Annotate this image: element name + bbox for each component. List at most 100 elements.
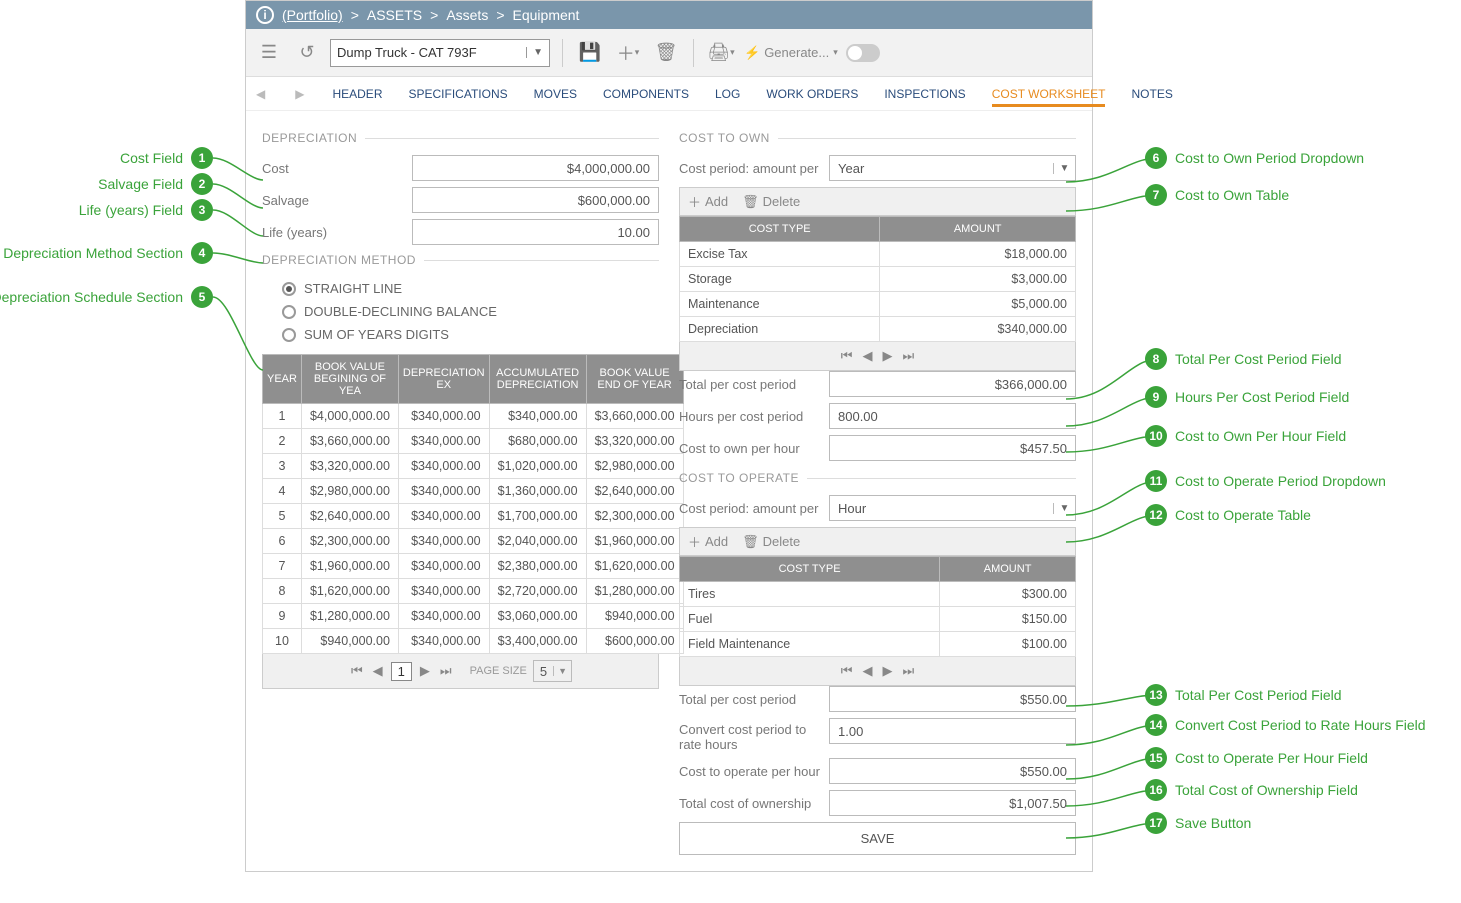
annotation-15: 15Cost to Operate Per Hour Field <box>1145 747 1368 769</box>
table-row[interactable]: 1$4,000,000.00$340,000.00$340,000.00$3,6… <box>263 404 684 429</box>
depr-method-option[interactable]: SUM OF YEARS DIGITS <box>262 323 659 346</box>
table-header[interactable]: BOOK VALUE BEGINING OF YEA <box>301 355 398 404</box>
toolbar: ☰ ↺ Dump Truck - CAT 793F ▼ 💾 ＋▾ 🗑 🖨▾ ⚡ … <box>246 29 1092 77</box>
first-page-icon[interactable]: ⏮ <box>839 663 855 679</box>
cto-add-button[interactable]: ＋Add <box>688 192 728 211</box>
last-page-icon[interactable]: ⏭ <box>438 663 454 679</box>
tab-work-orders[interactable]: WORK ORDERS <box>766 81 858 107</box>
last-page-icon[interactable]: ⏭ <box>901 663 917 679</box>
add-icon[interactable]: ＋▾ <box>613 38 643 68</box>
history-icon[interactable]: ↺ <box>292 38 322 68</box>
bolt-icon: ⚡ <box>744 45 760 61</box>
table-header[interactable]: DEPRECIATION EX <box>398 355 489 404</box>
depr-method-option[interactable]: STRAIGHT LINE <box>262 277 659 300</box>
annotation-1: 1Cost Field <box>8 147 213 169</box>
save-button[interactable]: SAVE <box>679 822 1076 855</box>
breadcrumb-equipment[interactable]: Equipment <box>513 7 580 23</box>
page-number[interactable]: 1 <box>391 662 412 681</box>
table-row[interactable]: 5$2,640,000.00$340,000.00$1,700,000.00$2… <box>263 504 684 529</box>
toggle-switch[interactable] <box>846 44 880 62</box>
table-header[interactable]: ACCUMULATED DEPRECIATION <box>489 355 586 404</box>
tab-specifications[interactable]: SPECIFICATIONS <box>408 81 507 107</box>
app-window: i (Portfolio) > ASSETS > Assets > Equipm… <box>245 0 1093 872</box>
table-row[interactable]: 3$3,320,000.00$340,000.00$1,020,000.00$2… <box>263 454 684 479</box>
cost-input[interactable]: $4,000,000.00 <box>412 155 659 181</box>
cto-hours-input[interactable]: 800.00 <box>829 403 1076 429</box>
page-size-select[interactable]: 5 ▼ <box>533 660 572 682</box>
ctop-period-dropdown[interactable]: Hour ▼ <box>829 495 1076 521</box>
tab-log[interactable]: LOG <box>715 81 740 107</box>
info-icon[interactable]: i <box>256 6 274 24</box>
life-input[interactable]: 10.00 <box>412 219 659 245</box>
table-row[interactable]: Field Maintenance$100.00 <box>680 632 1076 657</box>
annotation-12: 12Cost to Operate Table <box>1145 504 1311 526</box>
breadcrumb-portfolio[interactable]: (Portfolio) <box>282 7 343 23</box>
table-row[interactable]: Depreciation$340,000.00 <box>680 317 1076 342</box>
table-row[interactable]: Maintenance$5,000.00 <box>680 292 1076 317</box>
table-row[interactable]: 9$1,280,000.00$340,000.00$3,060,000.00$9… <box>263 604 684 629</box>
table-row[interactable]: Storage$3,000.00 <box>680 267 1076 292</box>
last-page-icon[interactable]: ⏭ <box>901 348 917 364</box>
tab-components[interactable]: COMPONENTS <box>603 81 689 107</box>
tab-header[interactable]: HEADER <box>332 81 382 107</box>
tab-cost-worksheet[interactable]: COST WORKSHEET <box>992 81 1106 107</box>
ctop-total-input[interactable]: $550.00 <box>829 686 1076 712</box>
table-row[interactable]: 4$2,980,000.00$340,000.00$1,360,000.00$2… <box>263 479 684 504</box>
tab-next[interactable]: ▶ <box>293 87 306 101</box>
tab-prev[interactable]: ◀ <box>254 87 267 101</box>
annotation-2: 2Salvage Field <box>8 173 213 195</box>
table-header[interactable]: BOOK VALUE END OF YEAR <box>586 355 683 404</box>
ctop-delete-button[interactable]: 🗑Delete <box>742 534 800 550</box>
print-icon[interactable]: 🖨▾ <box>706 38 736 68</box>
trash-icon: 🗑 <box>742 534 759 550</box>
table-row[interactable]: Fuel$150.00 <box>680 607 1076 632</box>
ctop-add-button[interactable]: ＋Add <box>688 532 728 551</box>
cto-period-dropdown[interactable]: Year ▼ <box>829 155 1076 181</box>
cost-to-operate-table: COST TYPEAMOUNT Tires$300.00Fuel$150.00F… <box>679 556 1076 657</box>
prev-page-icon[interactable]: ◀ <box>861 348 875 364</box>
salvage-input[interactable]: $600,000.00 <box>412 187 659 213</box>
ctop-convert-field: Convert cost period to rate hours 1.00 <box>679 718 1076 752</box>
table-row[interactable]: 7$1,960,000.00$340,000.00$2,380,000.00$1… <box>263 554 684 579</box>
table-row[interactable]: 2$3,660,000.00$340,000.00$680,000.00$3,3… <box>263 429 684 454</box>
ctop-convert-input[interactable]: 1.00 <box>829 718 1076 744</box>
breadcrumb-assets-root[interactable]: ASSETS <box>367 7 422 23</box>
annotation-5: 5Depreciation Schedule Section <box>8 286 213 308</box>
prev-page-icon[interactable]: ◀ <box>861 663 875 679</box>
breadcrumb-assets[interactable]: Assets <box>446 7 488 23</box>
table-row[interactable]: Tires$300.00 <box>680 582 1076 607</box>
table-header[interactable]: YEAR <box>263 355 302 404</box>
asset-select-value: Dump Truck - CAT 793F <box>337 45 477 60</box>
table-row[interactable]: 6$2,300,000.00$340,000.00$2,040,000.00$1… <box>263 529 684 554</box>
save-icon[interactable]: 💾 <box>575 38 605 68</box>
asset-select[interactable]: Dump Truck - CAT 793F ▼ <box>330 39 550 67</box>
table-header[interactable]: AMOUNT <box>880 217 1076 242</box>
ctop-per-hour-input[interactable]: $550.00 <box>829 758 1076 784</box>
first-page-icon[interactable]: ⏮ <box>349 663 365 679</box>
delete-icon[interactable]: 🗑 <box>651 38 681 68</box>
cto-per-hour-field: Cost to own per hour $457.50 <box>679 435 1076 461</box>
tab-moves[interactable]: MOVES <box>534 81 577 107</box>
annotation-13: 13Total Per Cost Period Field <box>1145 684 1342 706</box>
generate-button[interactable]: ⚡ Generate... ▾ <box>744 45 838 61</box>
annotation-7: 7Cost to Own Table <box>1145 184 1289 206</box>
tab-inspections[interactable]: INSPECTIONS <box>884 81 965 107</box>
tab-notes[interactable]: NOTES <box>1131 81 1172 107</box>
next-page-icon[interactable]: ▶ <box>881 663 895 679</box>
table-row[interactable]: 10$940,000.00$340,000.00$3,400,000.00$60… <box>263 629 684 654</box>
table-row[interactable]: 8$1,620,000.00$340,000.00$2,720,000.00$1… <box>263 579 684 604</box>
tco-input[interactable]: $1,007.50 <box>829 790 1076 816</box>
prev-page-icon[interactable]: ◀ <box>371 663 385 679</box>
table-row[interactable]: Excise Tax$18,000.00 <box>680 242 1076 267</box>
cto-total-input[interactable]: $366,000.00 <box>829 371 1076 397</box>
next-page-icon[interactable]: ▶ <box>418 663 432 679</box>
cto-delete-button[interactable]: 🗑Delete <box>742 194 800 210</box>
depr-method-option[interactable]: DOUBLE-DECLINING BALANCE <box>262 300 659 323</box>
list-icon[interactable]: ☰ <box>254 38 284 68</box>
next-page-icon[interactable]: ▶ <box>881 348 895 364</box>
first-page-icon[interactable]: ⏮ <box>839 348 855 364</box>
table-header[interactable]: COST TYPE <box>680 557 940 582</box>
cto-per-hour-input[interactable]: $457.50 <box>829 435 1076 461</box>
table-header[interactable]: AMOUNT <box>940 557 1076 582</box>
table-header[interactable]: COST TYPE <box>680 217 880 242</box>
